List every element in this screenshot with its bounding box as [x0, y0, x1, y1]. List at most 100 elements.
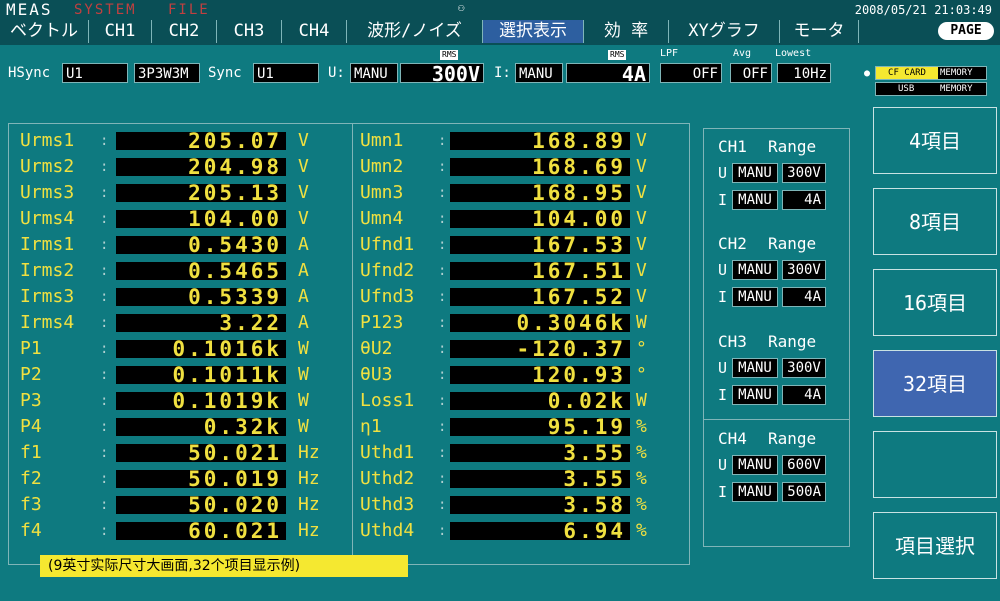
measurement-name: f4: [20, 520, 42, 541]
measurement-value: 104.00: [116, 209, 286, 230]
range-i-value[interactable]: 500A: [782, 482, 826, 502]
measurement-value: 50.019: [116, 469, 286, 490]
u-mode-field[interactable]: MANU: [350, 63, 398, 83]
range-label: Range: [768, 332, 817, 351]
range-i-mode[interactable]: MANU: [732, 287, 778, 307]
measurement-name: θU3: [360, 364, 393, 385]
tab-ch2[interactable]: CH2: [152, 20, 217, 43]
measurement-unit: W: [636, 390, 647, 411]
measurement-name: P2: [20, 364, 42, 385]
range-u-value[interactable]: 300V: [782, 358, 826, 378]
cf-memory-label: MEMORY: [940, 68, 973, 78]
measurement-unit: V: [636, 260, 647, 281]
item-select-button[interactable]: 項目選択: [873, 512, 997, 579]
avg-field[interactable]: OFF: [730, 63, 772, 83]
measurement-unit: Hz: [298, 520, 320, 541]
items-8-button[interactable]: 8項目: [873, 188, 997, 255]
sync-label: Sync: [208, 65, 242, 81]
tab-motor[interactable]: モータ: [780, 20, 859, 43]
range-i-label: I: [718, 288, 728, 306]
empty-function-button[interactable]: [873, 431, 997, 498]
measurement-unit: V: [636, 234, 647, 255]
tab-waveform[interactable]: 波形/ノイズ: [347, 20, 483, 43]
tab-ch3[interactable]: CH3: [217, 20, 282, 43]
mode-system[interactable]: SYSTEM: [74, 0, 137, 20]
items-32-button[interactable]: 32項目: [873, 350, 997, 417]
range-u-label: U: [718, 261, 728, 279]
range-u-mode[interactable]: MANU: [732, 163, 778, 183]
measurement-value: 168.69: [450, 157, 630, 178]
measurement-value: 167.51: [450, 261, 630, 282]
range-i-label: I: [718, 386, 728, 404]
tab-efficiency[interactable]: 効 率: [584, 20, 669, 43]
range-u-mode[interactable]: MANU: [732, 358, 778, 378]
panel-divider: [352, 123, 353, 563]
measurement-unit: °: [636, 364, 647, 385]
measurement-row: Umn3:168.95 V: [360, 182, 680, 204]
measurement-value: 167.52: [450, 287, 630, 308]
measurement-value: 0.1019k: [116, 391, 286, 412]
lpf-field[interactable]: OFF: [660, 63, 722, 83]
tab-bar: ベクトル CH1 CH2 CH3 CH4 波形/ノイズ 選択表示 効 率 XYグ…: [0, 20, 1000, 45]
measurement-colon: :: [100, 185, 109, 201]
range-u-value[interactable]: 300V: [782, 163, 826, 183]
measurement-unit: Hz: [298, 468, 320, 489]
measurement-unit: %: [636, 520, 647, 541]
page-button[interactable]: PAGE: [938, 22, 994, 40]
measurement-row: Irms4:3.22 A: [20, 312, 340, 334]
measurement-name: Loss1: [360, 390, 415, 411]
measurement-row: Loss1:0.02k W: [360, 390, 680, 412]
range-i-mode[interactable]: MANU: [732, 482, 778, 502]
tab-select-display[interactable]: 選択表示: [483, 20, 584, 43]
range-i-value[interactable]: 4A: [782, 385, 826, 405]
measurement-value: 3.55: [450, 443, 630, 464]
range-i-value[interactable]: 4A: [782, 287, 826, 307]
sync-field[interactable]: U1: [253, 63, 319, 83]
mode-file[interactable]: FILE: [168, 0, 210, 20]
lpf-label: LPF: [660, 48, 679, 59]
hsync-field[interactable]: U1: [62, 63, 128, 83]
measurement-name: Umn4: [360, 208, 404, 229]
u-range-field[interactable]: 300V: [400, 63, 484, 84]
measurement-row: θU2: -120.37 °: [360, 338, 680, 360]
tab-ch1[interactable]: CH1: [89, 20, 152, 43]
measurement-row: f2:50.019 Hz: [20, 468, 340, 490]
tab-vector[interactable]: ベクトル: [0, 20, 89, 43]
range-u-value[interactable]: 300V: [782, 260, 826, 280]
measurement-colon: :: [438, 211, 447, 227]
usb-icon: ⚇: [458, 1, 465, 14]
range-channel: CH1: [718, 137, 747, 156]
range-channel: CH3: [718, 332, 747, 351]
measurement-unit: V: [298, 208, 309, 229]
i-mode-field[interactable]: MANU: [515, 63, 563, 83]
range-u-label: U: [718, 456, 728, 474]
measurement-colon: :: [438, 237, 447, 253]
measurement-colon: :: [438, 289, 447, 305]
range-channel: CH4: [718, 429, 747, 448]
measurement-row: Uthd3:3.58%: [360, 494, 680, 516]
wiring-field[interactable]: 3P3W3M: [134, 63, 200, 83]
range-label: Range: [768, 429, 817, 448]
tab-xy-graph[interactable]: XYグラフ: [669, 20, 780, 43]
range-i-value[interactable]: 4A: [782, 190, 826, 210]
range-u-mode[interactable]: MANU: [732, 260, 778, 280]
measurement-value: 104.00: [450, 209, 630, 230]
lowest-field[interactable]: 10Hz: [777, 63, 831, 83]
items-16-button[interactable]: 16項目: [873, 269, 997, 336]
measurement-row: Urms1:205.07 V: [20, 130, 340, 152]
caption-banner: (9英寸实际尺寸大画面,32个项目显示例): [40, 555, 408, 577]
measurement-colon: :: [100, 211, 109, 227]
measurement-row: Uthd1:3.55%: [360, 442, 680, 464]
range-u-value[interactable]: 600V: [782, 455, 826, 475]
range-u-mode[interactable]: MANU: [732, 455, 778, 475]
tab-ch4[interactable]: CH4: [282, 20, 347, 43]
measurement-row: P4:0.32k W: [20, 416, 340, 438]
measurement-row: f3:50.020 Hz: [20, 494, 340, 516]
i-range-field[interactable]: 4A: [566, 63, 650, 84]
measurement-value: 0.5430: [116, 235, 286, 256]
range-i-mode[interactable]: MANU: [732, 385, 778, 405]
items-4-button[interactable]: 4項目: [873, 107, 997, 174]
measurement-value: 95.19: [450, 417, 630, 438]
mode-meas[interactable]: MEAS: [6, 0, 53, 20]
range-i-mode[interactable]: MANU: [732, 190, 778, 210]
